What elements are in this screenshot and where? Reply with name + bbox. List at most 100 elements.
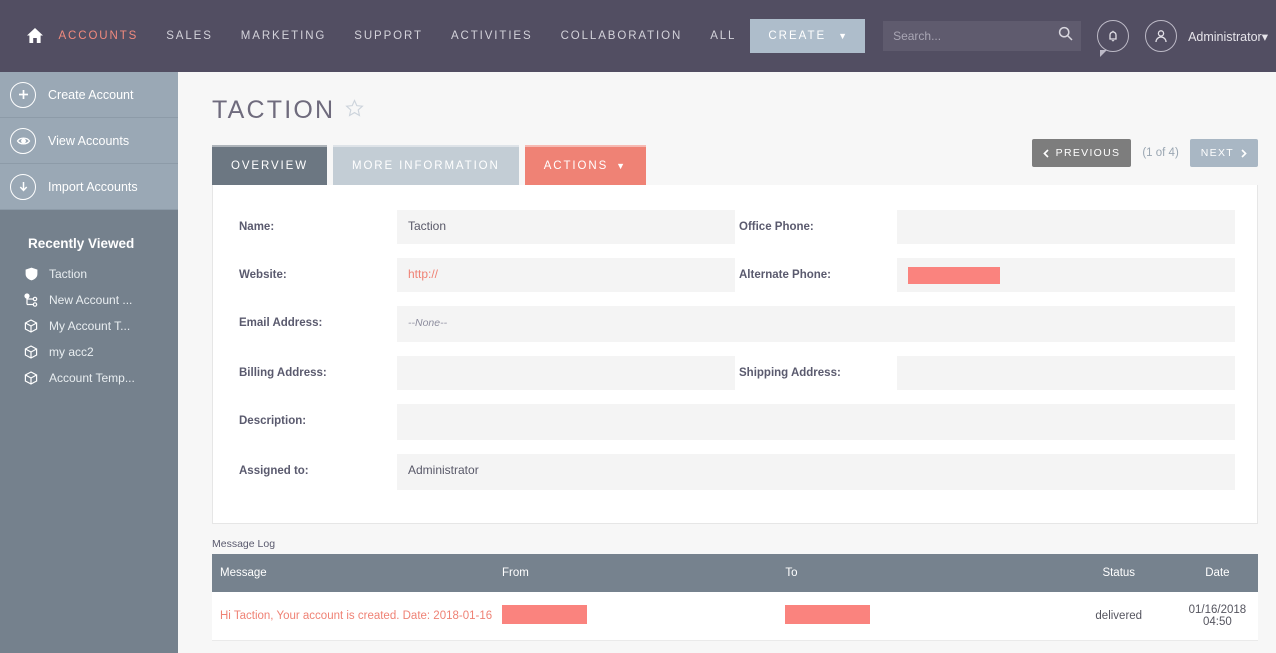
field-label: Shipping Address: [739, 367, 841, 379]
sidebar-item-view-accounts[interactable]: View Accounts [0, 118, 178, 164]
cell-to [777, 592, 1061, 641]
nav-item-collaboration[interactable]: COLLABORATION [547, 30, 697, 42]
recent-item-label: My Account T... [49, 319, 131, 333]
cell-date: 01/16/2018 04:50 [1168, 592, 1258, 641]
recent-item-new-account[interactable]: New Account ... [0, 287, 178, 313]
search-input[interactable] [883, 21, 1082, 51]
node-icon [22, 293, 40, 307]
pager-count: (1 of 4) [1142, 147, 1179, 159]
tab-more-information[interactable]: MORE INFORMATION [332, 145, 519, 185]
bell-bubble-tail [1100, 50, 1108, 57]
field-email-address: Email Address: --None-- [235, 299, 1235, 349]
main-navigation: ACCOUNTS SALES MARKETING SUPPORT ACTIVIT… [44, 0, 750, 72]
date-value: 01/16/2018 [1188, 604, 1247, 616]
home-icon[interactable] [26, 27, 44, 45]
field-label: Description: [239, 415, 307, 427]
chevron-right-icon [1241, 148, 1247, 158]
field-billing-address: Billing Address: [235, 349, 735, 397]
previous-button-label: PREVIOUS [1055, 147, 1121, 159]
cube-icon [22, 345, 40, 359]
status-badge: delivered [1060, 592, 1169, 641]
column-header-to[interactable]: To [777, 554, 1061, 592]
field-row-description: Description: [213, 397, 1257, 447]
field-shipping-address: Shipping Address: [735, 349, 1235, 397]
cube-icon [22, 319, 40, 333]
sidebar-item-label: Import Accounts [48, 179, 138, 194]
field-value-alternate-phone [897, 258, 1235, 292]
sidebar: Create Account View Accounts Import Acco… [0, 72, 178, 653]
table-header-row: Message From To Status Date [212, 554, 1258, 592]
field-row-website-altphone: Website: http:// Alternate Phone: [213, 251, 1257, 299]
field-value-email: --None-- [397, 306, 1235, 342]
field-label: Office Phone: [739, 221, 814, 233]
column-header-message[interactable]: Message [212, 554, 495, 592]
user-menu[interactable]: Administrator▾ [1188, 29, 1268, 44]
sidebar-item-create-account[interactable]: Create Account [0, 72, 178, 118]
field-row-email: Email Address: --None-- [213, 299, 1257, 349]
shield-icon [22, 267, 40, 281]
create-button[interactable]: CREATE ▼ [750, 19, 866, 53]
download-circle-icon [10, 173, 36, 200]
next-button[interactable]: NEXT [1189, 139, 1258, 167]
page-title: TACTION [212, 96, 336, 124]
cell-message[interactable]: Hi Taction, Your account is created. Dat… [212, 592, 495, 641]
field-value-description [397, 404, 1235, 440]
nav-item-accounts[interactable]: ACCOUNTS [44, 30, 152, 42]
search-icon[interactable] [1058, 26, 1073, 46]
recent-item-account-temp[interactable]: Account Temp... [0, 365, 178, 391]
recent-item-label: New Account ... [49, 293, 133, 307]
page-title-row: TACTION [178, 72, 1276, 125]
recent-item-my-account-t[interactable]: My Account T... [0, 313, 178, 339]
nav-item-sales[interactable]: SALES [152, 30, 227, 42]
message-log-table: Message From To Status Date Hi Taction, … [212, 554, 1258, 641]
main-content: TACTION OVERVIEW MORE INFORMATION ACTION… [178, 72, 1276, 653]
field-name: Name: Taction [235, 203, 735, 251]
field-office-phone: Office Phone: [735, 203, 1235, 251]
field-label: Alternate Phone: [739, 269, 832, 281]
message-log-title: Message Log [212, 538, 276, 550]
field-label: Assigned to: [239, 465, 309, 477]
search-box[interactable] [883, 21, 1082, 51]
nav-item-all[interactable]: ALL [696, 30, 750, 42]
field-assigned-to: Assigned to: Administrator [235, 447, 1235, 497]
notifications-button[interactable] [1097, 20, 1130, 57]
column-header-from[interactable]: From [494, 554, 778, 592]
message-log-body: Hi Taction, Your account is created. Dat… [212, 592, 1258, 641]
tab-overview[interactable]: OVERVIEW [212, 145, 327, 185]
nav-item-marketing[interactable]: MARKETING [227, 30, 340, 42]
field-value-website[interactable]: http:// [397, 258, 735, 292]
previous-button[interactable]: PREVIOUS [1031, 139, 1132, 167]
recent-item-taction[interactable]: Taction [0, 261, 178, 287]
recent-item-my-acc2[interactable]: my acc2 [0, 339, 178, 365]
avatar[interactable] [1145, 20, 1178, 52]
recently-viewed-title: Recently Viewed [28, 236, 135, 251]
plus-circle-icon [10, 81, 36, 108]
cube-icon [22, 371, 40, 385]
chevron-down-icon: ▼ [838, 31, 850, 41]
sidebar-item-label: Create Account [48, 87, 134, 102]
overview-panel: Name: Taction Office Phone: Website: htt… [212, 185, 1258, 524]
cell-from [494, 592, 778, 641]
chevron-down-icon: ▼ [616, 161, 627, 171]
field-value-name: Taction [397, 210, 735, 244]
recent-item-label: Taction [49, 267, 88, 281]
column-header-date[interactable]: Date [1168, 554, 1258, 592]
column-header-status[interactable]: Status [1060, 554, 1169, 592]
sidebar-item-import-accounts[interactable]: Import Accounts [0, 164, 178, 210]
field-value-assigned-to: Administrator [397, 454, 1235, 490]
message-log-section: Message Log Message From To Status Date … [212, 538, 1258, 641]
field-label: Website: [239, 269, 287, 281]
time-value: 04:50 [1203, 616, 1232, 628]
field-alternate-phone: Alternate Phone: [735, 251, 1235, 299]
star-outline-icon[interactable] [345, 98, 365, 123]
tab-actions-label: ACTIONS [543, 160, 609, 172]
tab-actions[interactable]: ACTIONS ▼ [524, 145, 646, 185]
nav-item-activities[interactable]: ACTIVITIES [437, 30, 547, 42]
chevron-down-icon: ▾ [1261, 29, 1268, 44]
nav-item-support[interactable]: SUPPORT [340, 30, 437, 42]
recent-item-label: Account Temp... [49, 371, 135, 385]
redaction-block [502, 605, 588, 624]
record-pager: PREVIOUS (1 of 4) NEXT [1031, 139, 1258, 167]
field-label: Billing Address: [239, 367, 327, 379]
create-button-label: CREATE [768, 30, 827, 42]
